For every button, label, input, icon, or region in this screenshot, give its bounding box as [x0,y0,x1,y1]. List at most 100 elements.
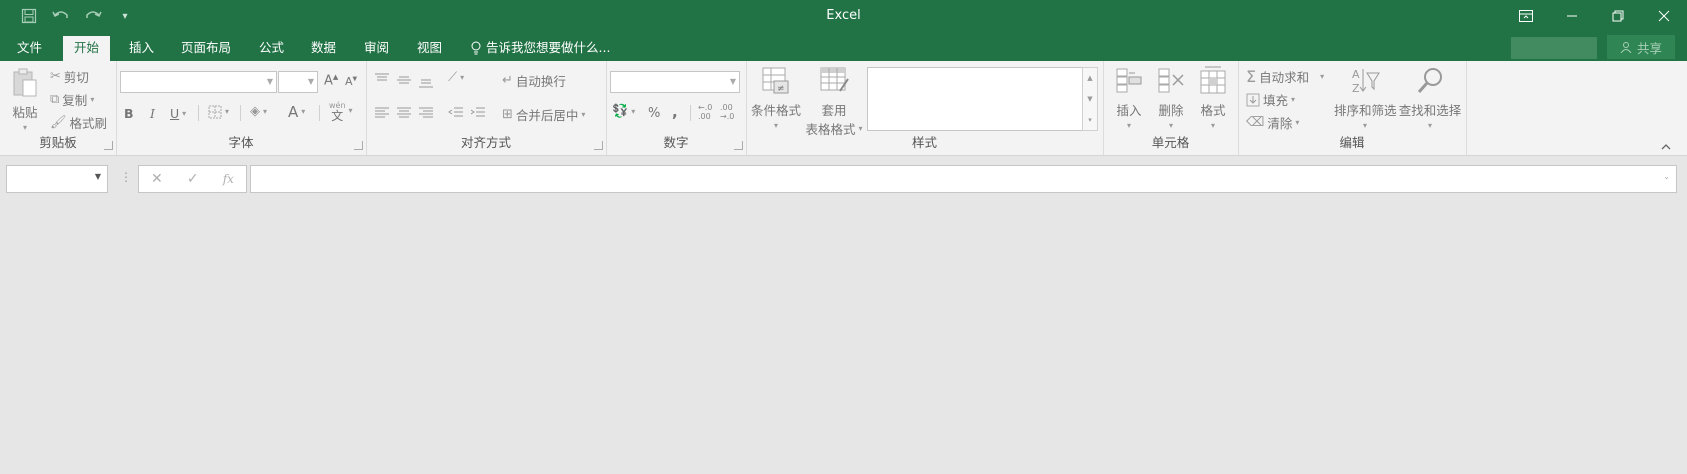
formula-bar-grip-icon[interactable]: ⋮ [120,170,132,184]
dec-decimal-label: .00 [720,103,733,112]
tab-data[interactable]: 数据 [300,37,347,61]
gallery-more-icon[interactable]: ▾ [1088,113,1092,127]
underline-dropdown-icon: ▾ [182,108,187,118]
font-color-label: A [288,103,299,121]
align-right-icon[interactable] [418,107,434,122]
formula-input[interactable]: ⌄ [250,165,1677,193]
font-dialog-launcher-icon[interactable] [354,141,363,150]
wrap-text-button[interactable]: ↵ 自动换行 [502,71,566,90]
tab-review[interactable]: 审阅 [353,37,400,61]
cell-styles-gallery[interactable] [867,67,1083,131]
tab-home[interactable]: 开始 [63,36,111,61]
align-bottom-icon[interactable] [418,77,434,92]
align-middle-icon[interactable] [396,75,412,90]
find-select-button[interactable]: 查找和选择 ▾ [1398,65,1462,133]
number-dialog-launcher-icon[interactable] [734,141,743,150]
bold-button[interactable]: B [124,106,134,121]
font-size-combobox[interactable]: ▼ [278,71,318,93]
name-box-dropdown-icon[interactable]: ▼ [95,172,101,181]
copy-label: 复制 [62,93,88,108]
orientation-button[interactable]: ⟋ ▾ [448,71,464,85]
align-left-icon[interactable] [374,107,390,122]
autosum-button[interactable]: Σ 自动求和 ▾ [1246,67,1324,86]
align-top-icon[interactable] [374,73,390,88]
gallery-down-icon[interactable]: ▼ [1087,92,1092,106]
delete-cells-button[interactable]: 删除 ▾ [1153,65,1189,133]
tab-view[interactable]: 视图 [406,37,453,61]
tab-page-layout[interactable]: 页面布局 [170,37,242,61]
alignment-dialog-launcher-icon[interactable] [594,141,603,150]
phonetic-guide-button[interactable]: wén 文 ▾ [329,101,353,122]
font-color-button[interactable]: A ▾ [288,103,305,121]
decrease-decimal-button[interactable]: .00 →.0 [720,103,734,121]
share-button[interactable]: 共享 [1607,35,1675,59]
paste-button[interactable]: 粘贴 ▾ [8,67,42,135]
styles-gallery-scroll[interactable]: ▲ ▼ ▾ [1082,67,1098,131]
borders-button[interactable]: ▾ [208,105,229,119]
eraser-icon: ⌫ [1246,114,1265,130]
minimize-icon[interactable] [1549,0,1595,32]
tab-insert[interactable]: 插入 [118,37,165,61]
cut-button[interactable]: ✂ 剪切 [50,67,89,86]
svg-text:≠: ≠ [777,84,785,94]
comma-button[interactable]: , [672,103,678,121]
sort-filter-button[interactable]: AZ 排序和筛选 ▾ [1334,65,1397,133]
collapse-ribbon-icon[interactable] [1660,139,1672,153]
close-icon[interactable] [1641,0,1687,32]
grow-font-label: A [324,73,333,89]
group-label-alignment: 对齐方式 [460,135,511,150]
clear-button[interactable]: ⌫ 清除 ▾ [1246,113,1299,132]
conditional-formatting-label: 条件格式 [750,103,801,118]
inc-decimal-arrow: ←.0 [698,103,713,112]
increase-decimal-button[interactable]: ←.0.00 [698,103,712,121]
italic-button[interactable]: I [150,106,155,121]
increase-indent-icon[interactable] [470,107,486,122]
expand-formula-bar-icon[interactable]: ⌄ [1663,172,1670,181]
insert-cells-label: 插入 [1116,103,1142,118]
fill-label: 填充 [1263,93,1289,108]
format-painter-button[interactable]: 🖌 格式刷 [50,113,107,132]
font-name-combobox[interactable]: ▼ [120,71,277,93]
tab-file[interactable]: 文件 [6,37,53,61]
wrap-text-label: 自动换行 [515,74,566,89]
align-center-icon[interactable] [396,107,412,122]
grow-font-button[interactable]: A▲ [324,73,338,88]
number-format-combobox[interactable]: ▼ [610,71,740,93]
insert-function-icon[interactable]: fx [223,172,234,186]
fill-dropdown-icon: ▾ [1291,94,1296,104]
delete-cells-icon [1158,68,1184,93]
group-styles: ≠ 条件格式 ▾ 套用 表格格式 ▾ ▲ ▼ ▾ 样式 [746,61,1104,155]
fill-color-button[interactable]: ◈ ▾ [250,105,267,119]
percent-button[interactable]: % [648,106,660,121]
underline-button[interactable]: U ▾ [170,106,186,121]
fill-button[interactable]: 填充 ▾ [1246,90,1295,109]
restore-icon[interactable] [1595,0,1641,32]
insert-cells-button[interactable]: 插入 ▾ [1111,65,1147,133]
autosum-dropdown-icon: ▾ [1320,71,1325,81]
tab-formulas[interactable]: 公式 [248,37,295,61]
format-painter-label: 格式刷 [69,116,108,131]
clipboard-dialog-launcher-icon[interactable] [104,141,113,150]
merge-center-button[interactable]: ⊞ 合并后居中 ▾ [502,105,585,124]
decrease-indent-icon[interactable] [448,107,464,122]
conditional-formatting-button[interactable]: ≠ 条件格式 ▾ [750,65,802,133]
window-title: Excel [826,8,861,23]
name-box[interactable]: ▼ [6,165,108,193]
cancel-icon[interactable]: ✕ [151,171,163,187]
formula-buttons: ✕ ✓ fx [138,165,247,193]
tell-me-box[interactable]: 告诉我您想要做什么... [470,37,610,59]
shrink-font-button[interactable]: A▼ [345,75,357,88]
accounting-format-button[interactable]: 💱 ▾ [612,105,635,119]
magnifier-icon [1417,68,1442,93]
account-name-blurred[interactable] [1511,37,1597,59]
copy-button[interactable]: ⧉ 复制 ▾ [50,90,94,109]
gallery-up-icon[interactable]: ▲ [1087,71,1092,85]
format-as-table-line1: 套用 [821,103,847,118]
separator [240,105,241,121]
format-cells-button[interactable]: 格式 ▾ [1195,65,1231,133]
separator [319,105,320,121]
enter-icon[interactable]: ✓ [187,171,199,187]
ribbon-display-icon[interactable] [1503,0,1549,32]
format-as-table-button[interactable]: 套用 表格格式 ▾ [804,65,864,138]
group-label-number: 数字 [663,135,689,150]
